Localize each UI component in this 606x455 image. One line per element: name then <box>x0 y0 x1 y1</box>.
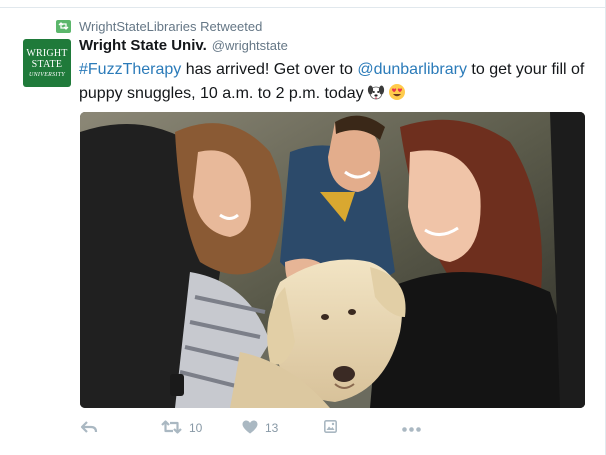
like-button[interactable]: 13 <box>242 418 278 438</box>
mention-link[interactable]: @dunbarlibrary <box>357 61 467 78</box>
dog-face-emoji <box>367 83 385 101</box>
author-handle[interactable]: @wrightstate <box>212 38 288 53</box>
heart-eyes-emoji <box>388 83 406 101</box>
timeline-top-border <box>0 0 606 8</box>
avatar-logo-line2: STATE <box>31 58 63 70</box>
reply-icon <box>80 420 98 437</box>
more-icon <box>402 421 421 435</box>
avatar[interactable]: WRIGHT STATE UNIVERSITY <box>23 39 71 87</box>
media-button[interactable] <box>324 418 337 438</box>
tweet-text: #FuzzTherapy has arrived! Get over to @d… <box>79 58 599 106</box>
hashtag-link[interactable]: #FuzzTherapy <box>79 61 181 78</box>
like-icon <box>242 420 258 437</box>
retweet-context-text[interactable]: WrightStateLibraries Retweeted <box>79 19 262 34</box>
more-button[interactable] <box>402 418 421 438</box>
retweet-context[interactable]: WrightStateLibraries Retweeted <box>56 17 262 35</box>
author-display-name[interactable]: Wright State Univ. <box>79 37 207 54</box>
like-count: 13 <box>265 421 279 435</box>
avatar-logo-line3: UNIVERSITY <box>29 71 65 78</box>
reply-button[interactable] <box>80 418 98 438</box>
retweet-icon <box>161 419 182 437</box>
tweet-text-part1: has arrived! Get over to <box>181 61 358 78</box>
retweet-count: 10 <box>189 421 203 435</box>
avatar-logo-line1: WRIGHT <box>26 47 68 59</box>
tweet-header: Wright State Univ. @wrightstate <box>79 37 288 57</box>
tweet-photo[interactable] <box>80 112 585 408</box>
tweet-actions: 10 13 <box>80 418 440 438</box>
retweet-button[interactable]: 10 <box>161 418 202 438</box>
retweet-context-icon <box>56 19 71 33</box>
media-icon <box>324 420 337 436</box>
